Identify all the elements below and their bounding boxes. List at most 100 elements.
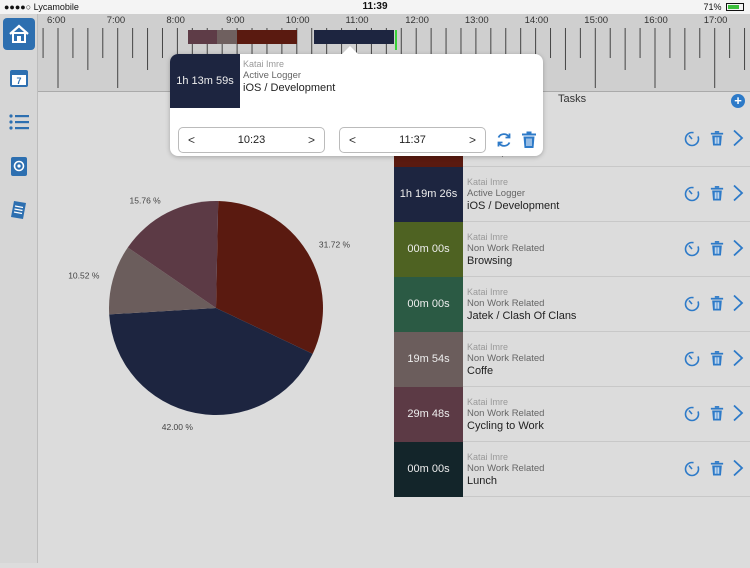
task-duration: 00m 00s [394,222,463,277]
timeline-hour-label: 10:00 [285,15,310,26]
task-duration: 00m 00s [394,277,463,332]
add-task-button[interactable]: + [731,94,745,108]
timer-icon[interactable] [683,459,701,477]
sidebar-item-home[interactable] [3,18,35,50]
chevron-right-icon[interactable] [732,404,744,422]
task-category: Non Work Related [467,298,545,309]
task-edit-popup: 1h 13m 59s Katai Imre Active Logger iOS … [170,46,543,156]
timeline-hour-label: 7:00 [106,15,126,26]
task-row-actions [679,184,744,206]
task-row[interactable]: 19m 54s Katai Imre Non Work Related Coff… [394,332,750,387]
home-icon [9,24,29,43]
popup-category: Active Logger [243,70,302,81]
end-time-next-button[interactable]: > [469,133,476,147]
delete-icon[interactable] [710,185,724,202]
chevron-right-icon[interactable] [732,349,744,367]
contacts-icon [11,157,27,176]
battery-icon [726,3,744,11]
timer-icon[interactable] [683,184,701,202]
timeline-hour-label: 15:00 [584,15,609,26]
delete-icon[interactable] [710,350,724,367]
calendar-icon: 7 [10,70,28,87]
tasks-title: Tasks [558,93,587,105]
task-row[interactable]: 00m 00s Katai Imre Non Work Related Brow… [394,222,750,277]
task-list: Development 1h 19m 26s Katai Imre Active… [394,112,750,497]
task-name: Jatek / Clash Of Clans [467,310,577,322]
chevron-right-icon[interactable] [732,129,744,147]
popup-user: Katai Imre [243,59,285,69]
task-user: Katai Imre [467,232,509,242]
task-user: Katai Imre [467,177,509,187]
start-time-stepper: < 10:23 > [178,127,325,153]
timeline-hour-label: 6:00 [47,15,66,26]
task-name: Browsing [467,255,513,267]
end-time-stepper: < 11:37 > [339,127,486,153]
battery-indicator: 71% [703,2,744,12]
task-row-actions [679,239,744,261]
chevron-right-icon[interactable] [732,294,744,312]
task-name: Cycling to Work [467,420,544,432]
delete-icon[interactable] [710,130,724,147]
timer-icon[interactable] [683,349,701,367]
battery-percent: 71% [703,2,722,12]
popup-task-name: iOS / Development [243,82,336,94]
task-row[interactable]: 1h 19m 26s Katai Imre Active Logger iOS … [394,167,750,222]
chevron-right-icon[interactable] [732,459,744,477]
refresh-icon[interactable] [495,131,513,149]
timeline-hour-label: 17:00 [703,15,728,26]
task-category: Active Logger [467,188,526,199]
timeline-hour-label: 12:00 [405,15,429,26]
calendar-day: 7 [16,76,21,86]
task-category: Non Work Related [467,243,545,254]
task-user: Katai Imre [467,342,509,352]
sidebar-item-contacts[interactable] [3,150,35,182]
task-name: iOS / Development [467,200,560,212]
delete-icon[interactable] [521,131,537,149]
clock: 11:39 [362,1,388,12]
task-name: Coffe [467,365,494,377]
timeline-block[interactable] [237,30,297,44]
timeline-hour-label: 8:00 [166,15,185,26]
sidebar-item-list[interactable] [3,106,35,138]
start-time-next-button[interactable]: > [308,133,315,147]
task-row-actions [679,349,744,371]
popup-notch [342,46,358,54]
task-duration: 19m 54s [394,332,463,387]
timer-icon[interactable] [683,404,701,422]
pie-slice-label: 31.72 % [319,239,351,249]
end-time-value: 11:37 [399,134,426,146]
task-user: Katai Imre [467,397,509,407]
delete-icon[interactable] [710,460,724,477]
pie-slice-label: 10.52 % [68,271,100,281]
task-row[interactable]: 00m 00s Katai Imre Non Work Related Jate… [394,277,750,332]
chevron-right-icon[interactable] [732,184,744,202]
task-category: Non Work Related [467,408,545,419]
task-row-actions [679,294,744,316]
sidebar-item-notes[interactable] [3,194,35,226]
task-row[interactable]: 00m 00s Katai Imre Non Work Related Lunc… [394,442,750,497]
status-bar: ●●●●○ Lycamobile 11:39 71% [0,0,750,14]
delete-icon[interactable] [710,240,724,257]
popup-duration: 1h 13m 59s [170,54,240,108]
timeline-hour-label: 9:00 [226,15,245,26]
timer-icon[interactable] [683,129,701,147]
timeline-now-marker [395,30,398,50]
delete-icon[interactable] [710,295,724,312]
task-row-actions [679,459,744,481]
sidebar-item-calendar[interactable]: 7 [3,62,35,94]
chevron-right-icon[interactable] [732,239,744,257]
timeline-block[interactable] [187,30,218,44]
task-row-actions [679,404,744,426]
task-category: Non Work Related [467,463,545,474]
task-row-actions [679,129,744,151]
timer-icon[interactable] [683,294,701,312]
task-duration: 1h 19m 26s [394,167,463,222]
task-user: Katai Imre [467,287,509,297]
task-row[interactable]: 29m 48s Katai Imre Non Work Related Cycl… [394,387,750,442]
delete-icon[interactable] [710,405,724,422]
timer-icon[interactable] [683,239,701,257]
timeline-block[interactable] [217,30,238,44]
pie-chart: 31.72 % 42.00 % 10.52 % 15.76 % [68,195,351,431]
timeline-block[interactable] [319,30,394,44]
task-duration: 00m 00s [394,442,463,497]
